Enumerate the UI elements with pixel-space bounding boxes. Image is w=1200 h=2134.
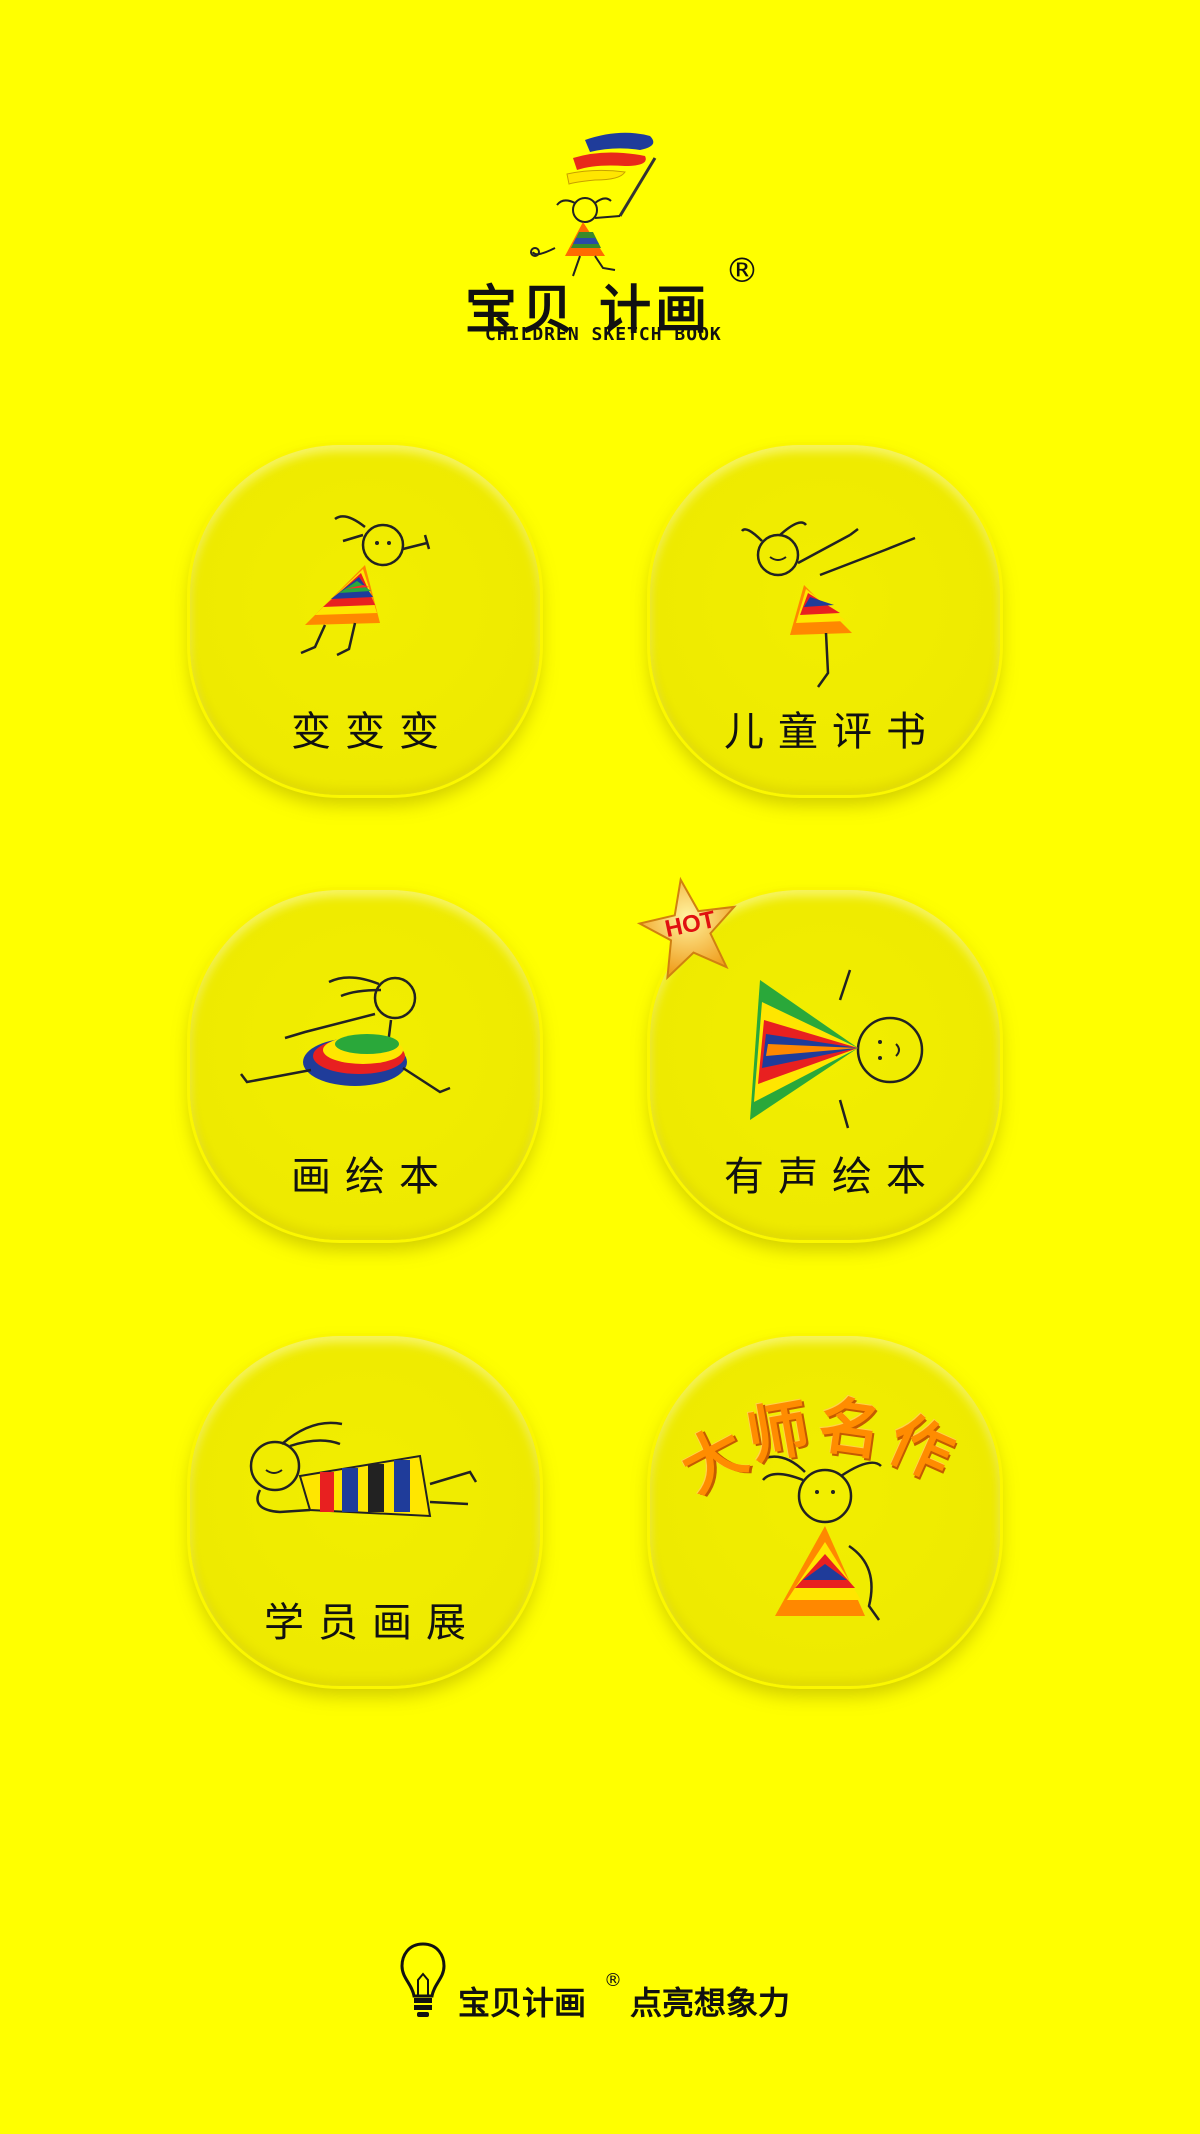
girl-figure-icon — [240, 976, 451, 1094]
footer-slogan-text: 点亮想象力 — [630, 1984, 791, 2022]
tile-bianbianbian[interactable]: 变变变 — [190, 445, 540, 795]
lightbulb-icon — [400, 1942, 446, 2017]
tile-label: 儿童评书 — [724, 709, 940, 755]
logo-girl-drawing — [530, 132, 657, 277]
girl-figure-icon — [300, 515, 431, 657]
masterpieces-title: 大 师 名 作 — [669, 1372, 1000, 1507]
girl-figure-icon — [249, 1421, 478, 1518]
tile-label: 有声绘本 — [724, 1154, 940, 1200]
hot-badge: HOT — [636, 875, 742, 981]
tile-children-storytelling[interactable]: 儿童评书 — [650, 445, 1000, 795]
girl-figure-icon — [762, 1455, 882, 1621]
tile-draw-picture-book[interactable]: 画绘本 — [190, 890, 540, 1240]
girl-figure-icon — [740, 521, 916, 688]
footer-slogan: 宝贝计画 ® 点亮想象力 — [398, 1940, 828, 2022]
title-char: 名 — [814, 1387, 887, 1469]
tile-label: 画绘本 — [291, 1154, 453, 1200]
app-logo: 宝贝 计画 ® CHILDREN SKETCH BOOK — [455, 128, 759, 348]
footer-registered: ® — [604, 1970, 622, 1991]
tile-label: 学员画展 — [264, 1600, 480, 1646]
tile-label: 变变变 — [291, 709, 453, 755]
girl-figure-icon — [750, 969, 924, 1129]
logo-subtitle: CHILDREN SKETCH BOOK — [485, 324, 722, 345]
registered-mark: ® — [725, 251, 759, 291]
footer-brand: 宝贝计画 — [458, 1984, 587, 2022]
tile-student-gallery[interactable]: 学员画展 — [190, 1336, 540, 1686]
